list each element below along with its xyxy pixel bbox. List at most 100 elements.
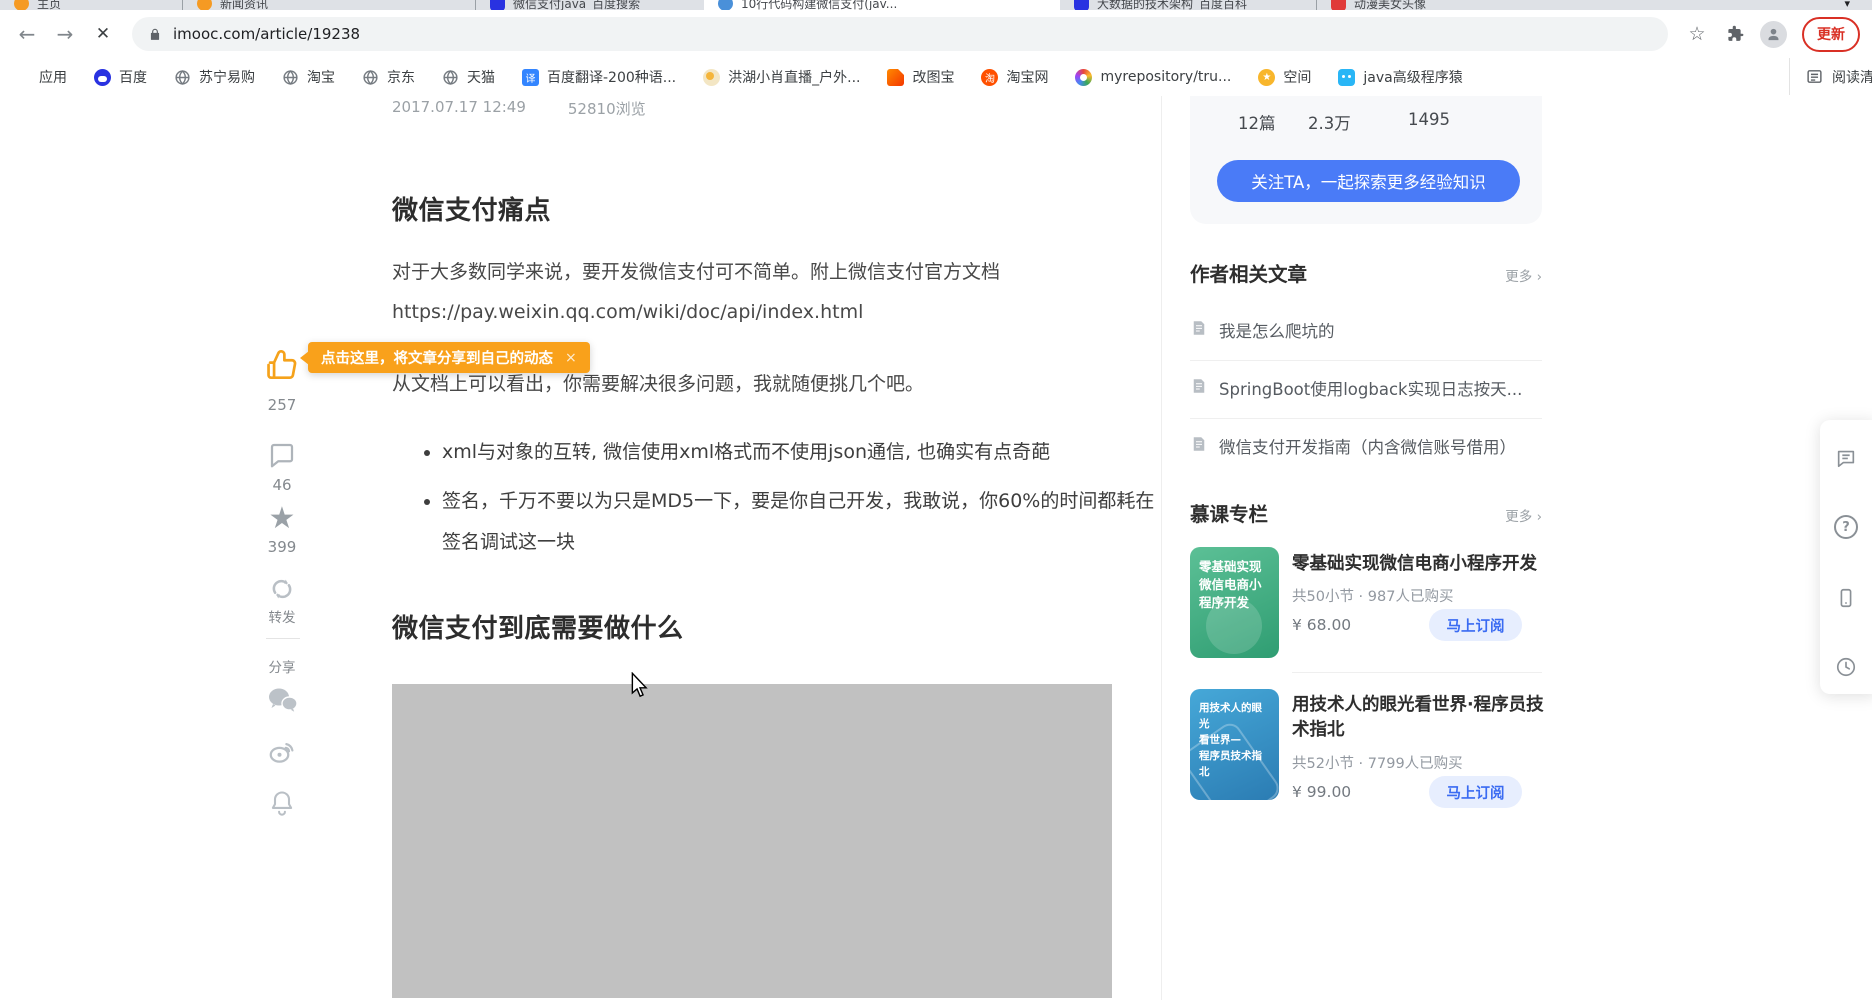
- bookmark-label: 百度翻译-200种语...: [547, 67, 676, 87]
- bookmark-label: 应用: [39, 67, 67, 87]
- list-divider: [1292, 672, 1542, 673]
- tab-home[interactable]: 主页: [0, 0, 182, 10]
- bookmark-tmall[interactable]: 天猫: [442, 67, 495, 87]
- bullet-item: xml与对象的互转, 微信使用xml格式而不使用json通信, 也确实有点奇葩: [442, 432, 1158, 473]
- url-text: imooc.com/article/19238: [173, 25, 360, 43]
- chrome-update-button[interactable]: 更新: [1802, 17, 1860, 52]
- mobile-app-button[interactable]: [1834, 586, 1858, 610]
- extensions-puzzle-icon[interactable]: [1718, 17, 1752, 51]
- star-button[interactable]: ★: [244, 504, 320, 534]
- bookmark-taobao[interactable]: 淘宝: [282, 67, 335, 87]
- tooltip-text: 点击这里，将文章分享到自己的动态: [321, 347, 553, 368]
- bookmark-jd[interactable]: 京东: [362, 67, 415, 87]
- like-button[interactable]: [244, 346, 320, 384]
- subscribe-button[interactable]: 马上订阅: [1429, 609, 1522, 641]
- follow-author-button[interactable]: 关注TA，一起探索更多经验知识: [1217, 160, 1520, 202]
- help-button[interactable]: ?: [1834, 515, 1858, 539]
- bookmark-label: 京东: [387, 67, 415, 87]
- more-link[interactable]: 更多 ›: [1505, 505, 1542, 525]
- back-button[interactable]: ←: [10, 17, 44, 51]
- bookmark-apps[interactable]: 应用: [14, 67, 67, 87]
- mobile-icon: [1835, 587, 1857, 609]
- repost-icon: [267, 574, 297, 604]
- bookmark-baidu[interactable]: 百度: [94, 67, 147, 87]
- reading-list-label: 阅读清单: [1832, 67, 1872, 87]
- tab-news[interactable]: 新闻资讯: [183, 0, 475, 10]
- star-count: 399: [244, 538, 320, 556]
- lock-icon: [148, 27, 162, 41]
- image-tool-icon: [887, 69, 904, 86]
- repost-button[interactable]: [244, 574, 320, 604]
- more-link[interactable]: 更多 ›: [1505, 265, 1542, 285]
- bookmark-java-group[interactable]: java高级程序猿: [1338, 67, 1462, 87]
- weibo-icon: [267, 736, 297, 766]
- stop-loading-button[interactable]: ✕: [86, 17, 120, 51]
- article-link-label: 我是怎么爬坑的: [1219, 318, 1335, 342]
- section-heading-what-to-do: 微信支付到底需要做什么: [392, 608, 684, 645]
- course-title[interactable]: 用技术人的眼光看世界·程序员技术指北: [1292, 693, 1544, 743]
- address-bar[interactable]: imooc.com/article/19238: [132, 17, 1668, 51]
- author-article-link[interactable]: 微信支付开发指南（内含微信账号借用）: [1190, 434, 1542, 458]
- tab-favicon: [14, 0, 29, 10]
- feedback-button[interactable]: [1834, 446, 1858, 470]
- chevron-right-icon: ›: [1537, 269, 1542, 285]
- section-title: 作者相关文章: [1190, 258, 1307, 287]
- course-price: ¥ 68.00: [1292, 616, 1351, 634]
- tooltip-close-icon[interactable]: ×: [565, 350, 577, 366]
- stat-articles: 12篇: [1238, 110, 1276, 134]
- bookmark-label: 淘宝: [307, 67, 335, 87]
- history-button[interactable]: [1834, 655, 1858, 679]
- author-article-link[interactable]: 我是怎么爬坑的: [1190, 318, 1542, 342]
- apps-grid-icon: [14, 69, 31, 86]
- bookmark-label: 天猫: [467, 67, 495, 87]
- question-icon: ?: [1834, 515, 1858, 539]
- bookmark-star-icon[interactable]: ☆: [1680, 17, 1714, 51]
- browser-window: 主页 新闻资讯 微信支付java_百度搜索 10行代码构建微信支付(jav...…: [0, 0, 1872, 1000]
- bookmark-taobao-site[interactable]: 淘 淘宝网: [981, 67, 1048, 87]
- author-stats-card: 12篇 2.3万 1495 关注TA，一起探索更多经验知识: [1190, 96, 1542, 224]
- globe-icon: [362, 69, 379, 86]
- comment-button[interactable]: [244, 440, 320, 470]
- bookmark-label: 百度: [119, 67, 147, 87]
- list-divider: [1190, 418, 1542, 419]
- share-wechat-button[interactable]: [244, 686, 320, 714]
- tab-favicon: [197, 0, 212, 10]
- bookmark-qzone[interactable]: ★ 空间: [1258, 67, 1311, 87]
- course-thumbnail[interactable]: 零基础实现 微信电商小 程序开发: [1190, 547, 1279, 658]
- bookmark-live-stream[interactable]: 洪湖小肖直播_户外...: [703, 67, 860, 87]
- chevron-right-icon: ›: [1537, 509, 1542, 525]
- reading-list-icon: [1806, 68, 1823, 85]
- forward-button[interactable]: →: [48, 17, 82, 51]
- imooc-column-header: 慕课专栏 更多 ›: [1190, 498, 1542, 527]
- author-article-link[interactable]: SpringBoot使用logback实现日志按天...: [1190, 376, 1542, 400]
- tab-search-chevron-icon[interactable]: ▾: [1844, 0, 1850, 10]
- bookmark-baidu-translate[interactable]: 译 百度翻译-200种语...: [522, 67, 676, 87]
- reading-list-button[interactable]: 阅读清单: [1789, 58, 1872, 95]
- document-icon: [1190, 435, 1208, 457]
- share-weibo-button[interactable]: [244, 736, 320, 766]
- profile-avatar[interactable]: [1756, 17, 1790, 51]
- tab-active-article[interactable]: 10行代码构建微信支付(jav...: [704, 0, 1060, 10]
- bookmark-myrepository[interactable]: myrepository/tru...: [1075, 69, 1231, 86]
- wechat-icon: [266, 686, 298, 714]
- content-sidebar-divider: [1161, 96, 1162, 1000]
- subscribe-button[interactable]: 马上订阅: [1429, 776, 1522, 808]
- tab-baidu-search[interactable]: 微信支付java_百度搜索: [476, 0, 704, 10]
- bell-icon: [268, 788, 296, 818]
- bookmark-label: 改图宝: [912, 67, 954, 87]
- tab-title: 微信支付java_百度搜索: [513, 0, 640, 10]
- article-image-placeholder: [392, 684, 1112, 998]
- section-title: 慕课专栏: [1190, 498, 1268, 527]
- course-meta: 共52小节 · 7799人已购买: [1292, 752, 1463, 773]
- course-thumbnail[interactable]: 用技术人的眼光 看世界— 程序员技术指北: [1190, 689, 1279, 800]
- rainbow-wheel-icon: [1075, 69, 1092, 86]
- course-title[interactable]: 零基础实现微信电商小程序开发: [1292, 552, 1544, 577]
- bookmark-gaitubao[interactable]: 改图宝: [887, 67, 954, 87]
- share-qq-button[interactable]: [244, 788, 320, 818]
- tab-avatar-images[interactable]: 动漫美女头像: [1317, 0, 1527, 10]
- page-content: 2017.07.17 12:49 52810浏览 微信支付痛点 对于大多数同学来…: [0, 96, 1872, 1000]
- tab-baike[interactable]: 大数据的技术架构_百度百科: [1060, 0, 1316, 10]
- thumbs-up-icon: [263, 346, 301, 384]
- bookmark-label: 苏宁易购: [199, 67, 255, 87]
- bookmark-suning[interactable]: 苏宁易购: [174, 67, 255, 87]
